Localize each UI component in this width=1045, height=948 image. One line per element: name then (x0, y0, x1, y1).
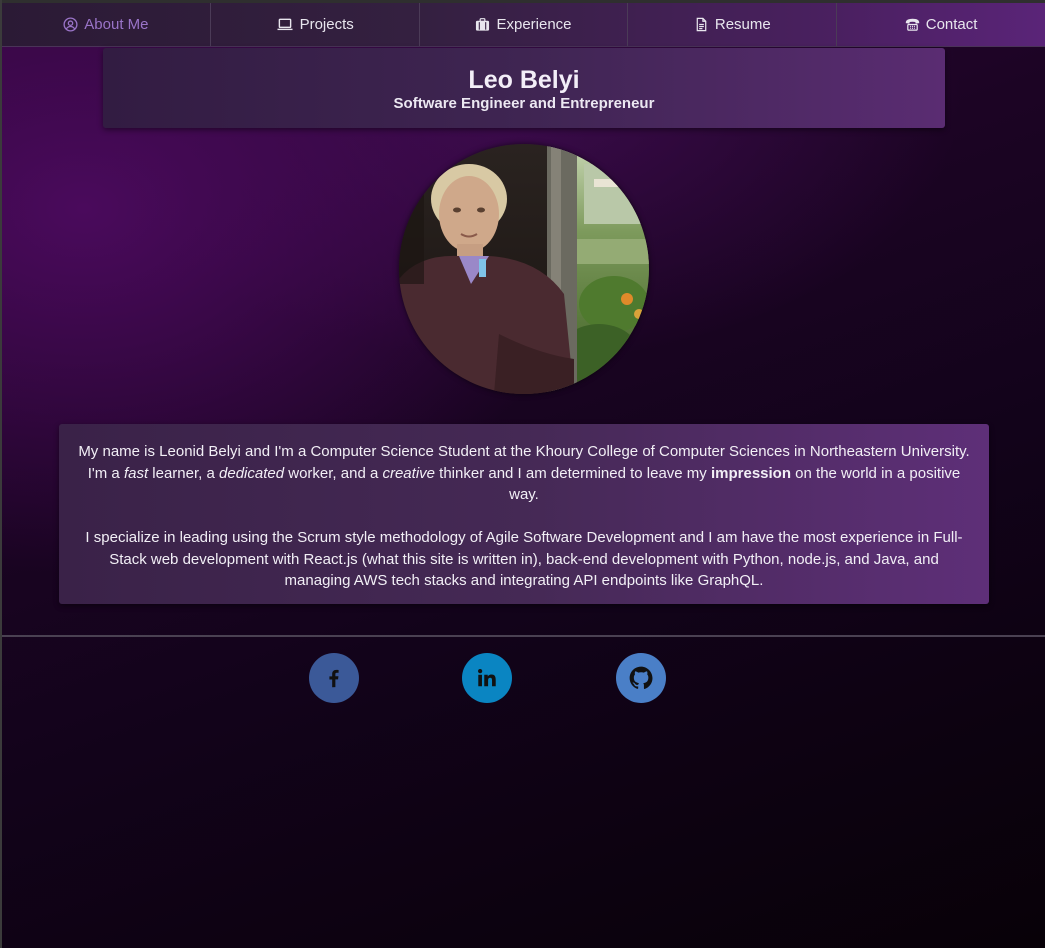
bio-paragraph-2: I specialize in leading using the Scrum … (85, 529, 963, 589)
bio-paragraph-1: My name is Leonid Belyi and I'm a Comput… (77, 441, 971, 506)
nav-experience[interactable]: Experience (420, 3, 629, 46)
bio-text: thinker and I am determined to leave my (435, 464, 711, 482)
bio-text: worker, and a (284, 464, 383, 482)
github-icon (629, 666, 653, 689)
bio-emphasis-fast: fast (123, 464, 149, 482)
nav-experience-label: Experience (496, 16, 572, 33)
main-navbar: About Me Projects Experience Resume Cont… (2, 3, 1045, 47)
facebook-link[interactable] (309, 653, 359, 703)
github-link[interactable] (616, 653, 666, 703)
phone-icon (905, 18, 919, 31)
bio-emphasis-dedicated: dedicated (219, 464, 285, 482)
nav-projects[interactable]: Projects (211, 3, 420, 46)
nav-projects-label: Projects (299, 16, 354, 33)
profile-name: Leo Belyi (468, 66, 580, 94)
facebook-icon (329, 669, 339, 688)
nav-contact[interactable]: Contact (837, 3, 1045, 46)
linkedin-icon (478, 669, 496, 687)
profile-photo (399, 144, 649, 394)
nav-contact-label: Contact (925, 16, 978, 33)
profile-photo-image (399, 144, 649, 394)
bio-emphasis-impression: impression (710, 464, 792, 482)
nav-about-me-label: About Me (84, 16, 149, 33)
bio-card: My name is Leonid Belyi and I'm a Comput… (59, 424, 989, 604)
window-left-border (0, 0, 2, 948)
document-icon (696, 17, 707, 32)
nav-about-me[interactable]: About Me (2, 3, 211, 46)
profile-subtitle: Software Engineer and Entrepreneur (393, 95, 655, 112)
laptop-icon (277, 18, 293, 31)
nav-resume[interactable]: Resume (628, 3, 838, 46)
user-circle-icon (63, 17, 78, 32)
linkedin-link[interactable] (462, 653, 512, 703)
profile-header-card: Leo Belyi Software Engineer and Entrepre… (103, 48, 945, 128)
briefcase-icon (476, 18, 490, 31)
bio-text: learner, a (148, 464, 220, 482)
nav-resume-label: Resume (714, 16, 771, 33)
bio-emphasis-creative: creative (382, 464, 435, 482)
footer-divider (2, 635, 1045, 637)
